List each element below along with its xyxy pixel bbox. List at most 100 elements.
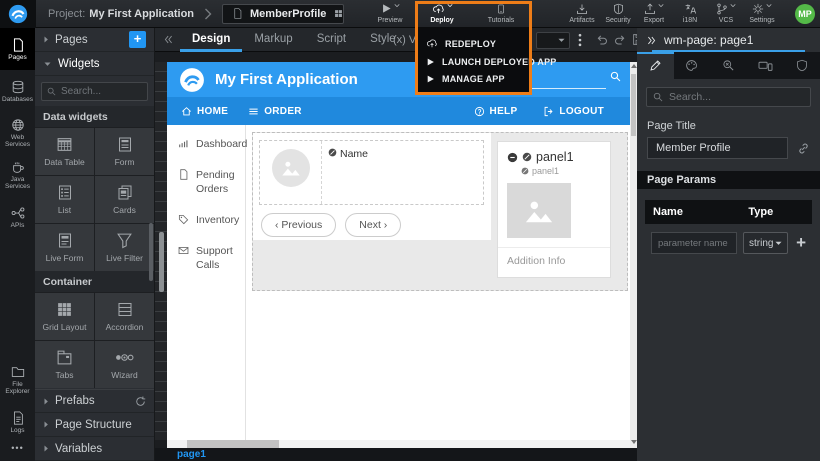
nav-logout[interactable]: LOGOUT <box>543 106 604 117</box>
undo-icon[interactable] <box>595 33 609 46</box>
panel1-widget[interactable]: panel1 panel1 Addition Info <box>497 141 611 278</box>
nav-order[interactable]: ORDER <box>248 106 302 117</box>
widget-search[interactable] <box>41 82 148 101</box>
add-page-button[interactable]: + <box>129 31 146 48</box>
expand-panel-icon[interactable] <box>646 35 657 46</box>
export-button[interactable]: Export <box>638 0 670 28</box>
widget-wizard[interactable]: Wizard <box>95 341 154 388</box>
widget-cards[interactable]: Cards <box>95 176 154 223</box>
settings-button[interactable]: Settings <box>746 0 778 28</box>
widget-form[interactable]: Form <box>95 128 154 175</box>
tab-devices[interactable] <box>747 52 784 79</box>
widget-grid-layout[interactable]: Grid Layout <box>35 293 94 340</box>
menu-item-manage-app[interactable]: MANAGE APP <box>417 74 529 84</box>
sidebar-item-support-calls[interactable]: Support Calls <box>167 244 245 272</box>
horizontal-scrollbar[interactable] <box>167 440 630 448</box>
collapse-icon[interactable] <box>507 152 518 163</box>
tab-styles[interactable] <box>674 52 711 79</box>
member-list-item[interactable]: Name <box>259 140 484 205</box>
param-name-input[interactable] <box>651 232 737 254</box>
widget-tabs[interactable]: Tabs <box>35 341 94 388</box>
tab-script[interactable]: Script <box>305 28 358 52</box>
menu-item-redeploy[interactable]: REDEPLOY <box>417 38 529 49</box>
activity-pages[interactable]: Pages <box>0 28 35 70</box>
search-icon[interactable] <box>610 71 621 82</box>
params-table-header: Name Type <box>645 200 812 224</box>
security-button[interactable]: Security <box>602 0 634 28</box>
pagination: ‹ Previous Next › <box>261 213 401 237</box>
widget-accordion[interactable]: Accordion <box>95 293 154 340</box>
add-param-button[interactable]: + <box>794 233 808 253</box>
nav-help[interactable]: HELP <box>474 106 518 117</box>
page-canvas[interactable]: My First Application HOME ORDER HELP <box>167 62 630 440</box>
deploy-button[interactable]: Deploy <box>420 0 464 28</box>
properties-search-input[interactable] <box>669 91 804 103</box>
widgets-accordion[interactable]: Widgets <box>35 52 154 76</box>
activity-java-services[interactable]: Java Services <box>0 154 35 196</box>
device-select[interactable] <box>536 32 570 49</box>
activity-file-explorer[interactable]: File Explorer <box>0 359 35 401</box>
widget-live-form[interactable]: Live Form <box>35 224 94 271</box>
tab-security[interactable] <box>783 52 820 79</box>
nav-home[interactable]: HOME <box>181 106 228 117</box>
tab-markup[interactable]: Markup <box>242 28 304 52</box>
bind-link-icon[interactable] <box>797 142 810 155</box>
kebab-menu-icon[interactable] <box>578 33 582 47</box>
scroll-up-arrow[interactable] <box>631 64 637 68</box>
tab-find-widget[interactable] <box>710 52 747 79</box>
previous-button[interactable]: ‹ Previous <box>261 213 336 237</box>
page-structure-accordion[interactable]: Page Structure <box>35 413 154 437</box>
horizontal-scrollbar-thumb[interactable] <box>187 440 279 448</box>
next-button[interactable]: Next › <box>345 213 401 237</box>
scroll-down-arrow[interactable] <box>631 440 637 444</box>
widget-live-filter[interactable]: Live Filter <box>95 224 154 271</box>
content-container[interactable]: Name ‹ Previous Next › panel1 <box>252 132 628 291</box>
widget-search-input[interactable] <box>61 86 142 97</box>
redo-icon[interactable] <box>613 33 627 46</box>
pages-accordion[interactable]: Pages + <box>35 28 154 52</box>
activity-logs[interactable]: Logs <box>0 401 35 443</box>
panel1-image-placeholder[interactable] <box>507 183 571 238</box>
activity-databases[interactable]: Databases <box>0 70 35 112</box>
panel-scrollbar[interactable] <box>149 223 153 281</box>
refresh-icon[interactable] <box>135 396 146 407</box>
properties-search[interactable] <box>646 87 811 107</box>
widget-label: List <box>58 205 71 215</box>
widget-data-table[interactable]: Data Table <box>35 128 94 175</box>
logout-icon <box>543 106 554 117</box>
sidebar-item-inventory[interactable]: Inventory <box>167 213 245 227</box>
grid-icon[interactable] <box>333 8 344 19</box>
vcs-button[interactable]: VCS <box>710 0 742 28</box>
tab-properties[interactable] <box>637 52 674 79</box>
collapse-panel-icon[interactable] <box>163 34 174 45</box>
i18n-button[interactable]: i18N <box>674 0 706 28</box>
page-title-input[interactable] <box>647 137 788 159</box>
param-type-select[interactable]: string <box>743 232 788 254</box>
vertical-scrollbar-thumb[interactable] <box>631 74 636 136</box>
sidebar-item-dashboard[interactable]: Dashboard <box>167 137 245 151</box>
user-avatar[interactable]: MP <box>795 4 815 24</box>
widget-list[interactable]: List <box>35 176 94 223</box>
page-tab-memberprofile[interactable]: MemberProfile <box>222 4 344 24</box>
activity-more-button[interactable]: ••• <box>0 443 35 461</box>
ruler-scrollbar-thumb[interactable] <box>159 232 164 292</box>
app-search-input[interactable] <box>520 88 606 89</box>
activity-apis[interactable]: APIs <box>0 196 35 238</box>
prefabs-accordion[interactable]: Prefabs <box>35 389 154 413</box>
widget-label: Tabs <box>56 370 74 380</box>
coffee-icon <box>11 160 25 174</box>
vertical-scrollbar[interactable] <box>630 62 637 448</box>
tutorials-button[interactable]: Tutorials <box>479 0 523 28</box>
menu-item-launch-deployed-app[interactable]: LAUNCH DEPLOYED APP <box>417 57 529 67</box>
activity-web-services[interactable]: Web Services <box>0 112 35 154</box>
wavemaker-logo[interactable] <box>0 0 36 28</box>
artifacts-label: Artifacts <box>569 17 594 25</box>
current-page-label[interactable]: page1 <box>177 449 206 460</box>
tab-design[interactable]: Design <box>180 28 242 52</box>
variables-accordion[interactable]: Variables <box>35 437 154 461</box>
preview-button[interactable]: Preview <box>368 0 412 28</box>
selected-widget-label: wm-page: page1 <box>664 33 753 47</box>
artifacts-button[interactable]: Artifacts <box>566 0 598 28</box>
grid-layout-icon <box>56 301 73 318</box>
sidebar-item-pending-orders[interactable]: Pending Orders <box>167 168 245 196</box>
